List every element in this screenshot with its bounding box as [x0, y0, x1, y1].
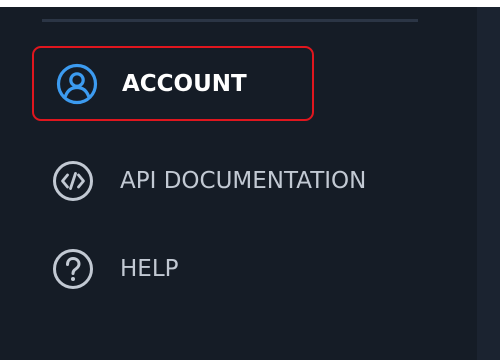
top-strip [0, 0, 500, 7]
question-circle-icon [52, 248, 94, 290]
user-circle-icon [56, 63, 98, 105]
sidebar-divider [42, 19, 418, 22]
main-content-edge [477, 0, 500, 360]
sidebar-item-account[interactable]: ACCOUNT [32, 46, 314, 121]
sidebar-item-help[interactable]: HELP [32, 235, 452, 303]
sidebar-item-label: API DOCUMENTATION [120, 168, 367, 194]
sidebar: ACCOUNT API DOCUMENTATION HELP [0, 0, 500, 360]
code-circle-icon [52, 160, 94, 202]
sidebar-item-label: HELP [120, 256, 179, 282]
sidebar-item-label: ACCOUNT [122, 70, 247, 97]
sidebar-item-api-documentation[interactable]: API DOCUMENTATION [32, 147, 452, 215]
